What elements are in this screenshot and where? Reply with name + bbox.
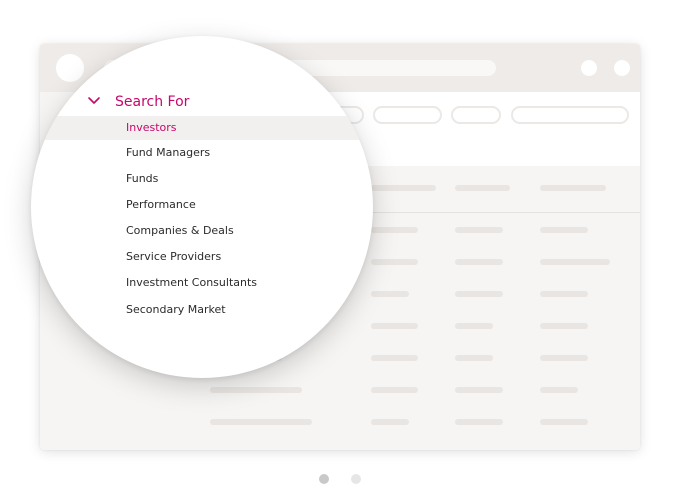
table-cell-placeholder [540,291,588,297]
search-for-heading[interactable]: Search For [115,94,189,110]
menu-item-label: Funds [126,172,159,185]
carousel-dot-2[interactable] [351,474,361,484]
menu-item-label: Performance [126,198,196,211]
menu-item-performance[interactable]: Performance [31,193,373,217]
menu-item-label: Fund Managers [126,146,211,159]
table-cell-placeholder [455,355,493,361]
table-cell-placeholder [371,227,418,233]
menu-item-label: Investment Consultants [126,276,258,289]
table-cell-placeholder [540,259,610,265]
table-cell-placeholder [455,419,503,425]
table-cell-placeholder [455,227,503,233]
table-cell-placeholder [210,387,302,393]
menu-item-label: Investors [126,121,177,134]
menu-item-label: Service Providers [126,250,222,263]
window-logo-placeholder [56,54,84,82]
menu-item-companies-deals[interactable]: Companies & Deals [31,219,373,243]
table-cell-placeholder [540,387,578,393]
magnifier-lens: Search For Investors Fund Managers Funds… [31,36,373,378]
table-cell-placeholder [540,323,588,329]
window-control-icon [614,60,630,76]
window-control-icon [581,60,597,76]
table-cell-placeholder [371,291,409,297]
menu-item-label: Secondary Market [126,303,226,316]
table-header-placeholder [371,185,436,191]
table-cell-placeholder [455,387,503,393]
table-cell-placeholder [371,323,418,329]
table-cell-placeholder [455,291,503,297]
table-header-placeholder [455,185,510,191]
menu-item-investment-consultants[interactable]: Investment Consultants [31,271,373,295]
table-cell-placeholder [540,227,588,233]
menu-item-service-providers[interactable]: Service Providers [31,245,373,269]
menu-item-fund-managers[interactable]: Fund Managers [31,141,373,165]
table-cell-placeholder [540,355,588,361]
table-cell-placeholder [455,259,503,265]
table-cell-placeholder [540,419,588,425]
filter-chip-placeholder [511,106,629,124]
table-cell-placeholder [210,419,312,425]
menu-item-label: Companies & Deals [126,224,234,237]
carousel-dot-1[interactable] [319,474,329,484]
menu-item-funds[interactable]: Funds [31,167,373,191]
table-header-placeholder [540,185,606,191]
table-cell-placeholder [371,419,409,425]
menu-item-investors[interactable]: Investors [31,116,373,140]
table-cell-placeholder [371,355,418,361]
table-cell-placeholder [371,259,418,265]
table-cell-placeholder [371,387,418,393]
menu-item-secondary-market[interactable]: Secondary Market [31,298,373,322]
chevron-down-icon[interactable] [87,94,101,108]
filter-chip-placeholder [451,106,501,124]
table-cell-placeholder [455,323,493,329]
filter-chip-placeholder [373,106,442,124]
